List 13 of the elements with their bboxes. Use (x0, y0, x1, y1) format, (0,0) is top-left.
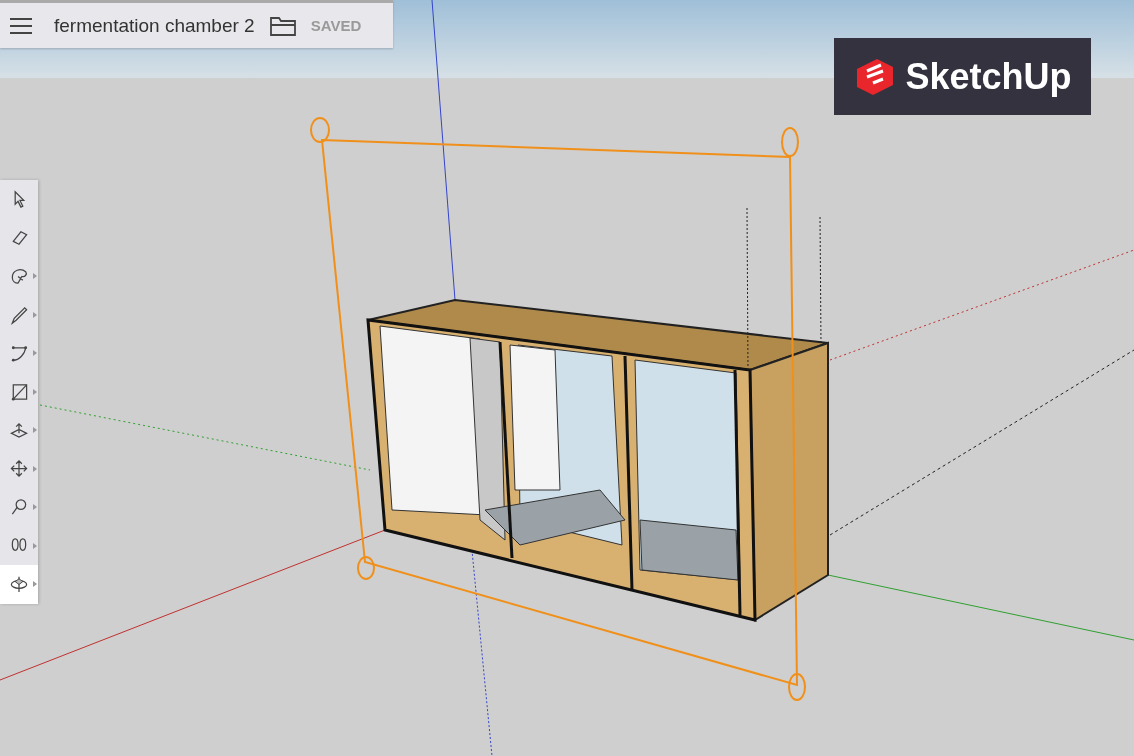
paint-icon (9, 266, 29, 287)
orbit-icon (9, 574, 29, 595)
folder-icon[interactable] (268, 14, 297, 37)
file-name: fermentation chamber 2 (54, 14, 255, 37)
arc-icon (9, 343, 29, 364)
move-icon (9, 458, 29, 479)
pencil-icon (9, 304, 29, 325)
pushpull-icon (9, 420, 29, 441)
save-status: SAVED (310, 17, 362, 34)
orbit-tool[interactable] (0, 565, 38, 604)
rectangle-icon (9, 381, 29, 402)
logo-text: SketchUp (905, 55, 1072, 98)
menu-icon[interactable] (10, 16, 32, 35)
